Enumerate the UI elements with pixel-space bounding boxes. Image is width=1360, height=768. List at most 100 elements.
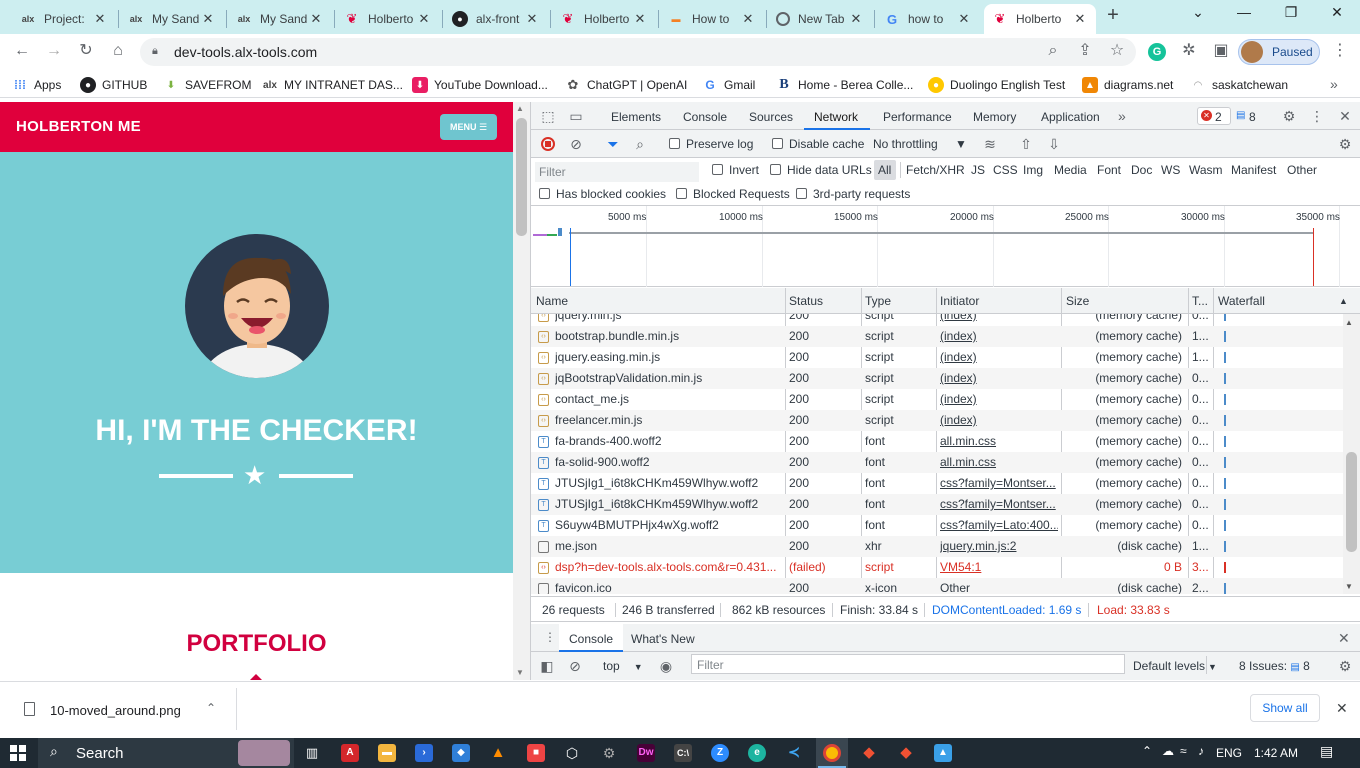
network-conditions-icon[interactable]: ≋ (981, 135, 999, 153)
git-gui-icon[interactable]: ◆ (897, 744, 915, 762)
tab-3[interactable]: alxMy Sandb✕ (228, 4, 332, 34)
request-row[interactable]: T S6uyw4BMUTPHjx4wXg.woff2 200 font css?fami… (531, 515, 1343, 536)
filter-js[interactable]: JS (971, 163, 985, 177)
tab-5[interactable]: ● alx-front ✕ (444, 4, 548, 34)
language-indicator[interactable]: ENG (1216, 746, 1242, 760)
bookmark-apps[interactable]: ⁞⁞⁞ Apps (12, 77, 61, 93)
bookmark-gmail[interactable]: G Gmail (702, 77, 755, 93)
tab-6[interactable]: ❦ Holberto ✕ (552, 4, 656, 34)
request-row[interactable]: T JTUSjIg1_i6t8kCHKm459Wlhyw.woff2 200 font… (531, 473, 1343, 494)
scroll-up-icon[interactable]: ▲ (1345, 318, 1353, 327)
close-tab-icon[interactable]: ✕ (200, 11, 216, 27)
close-tab-icon[interactable]: ✕ (632, 11, 648, 27)
col-time[interactable]: T... (1192, 294, 1208, 308)
chrome-icon[interactable] (823, 744, 841, 762)
filter-funnel-icon[interactable]: ⏷ (604, 135, 622, 153)
close-tab-icon[interactable]: ✕ (524, 11, 540, 27)
drawer-menu-icon[interactable]: ⋮ (544, 630, 556, 644)
tab-4[interactable]: ❦ Holberto ✕ (336, 4, 440, 34)
record-stop-icon[interactable] (541, 137, 555, 151)
context-select[interactable]: top ▼ (603, 659, 643, 673)
tray-chevron-icon[interactable]: ⌃ (1142, 744, 1152, 758)
col-name[interactable]: Name (536, 294, 568, 308)
tab-9[interactable]: Ghow to ✕ (876, 4, 980, 34)
log-levels-select[interactable]: Default levels ▼ (1133, 659, 1217, 673)
acrobat-icon[interactable]: A (341, 744, 359, 762)
vscode-icon[interactable]: ≺ (785, 744, 803, 762)
close-tab-icon[interactable]: ✕ (416, 11, 432, 27)
more-tabs-icon[interactable]: » (1118, 108, 1126, 124)
minimize-button[interactable]: — (1232, 4, 1256, 28)
office-icon[interactable]: ■ (527, 744, 545, 762)
lock-icon[interactable]: 🔒︎ (152, 45, 158, 58)
request-row[interactable]: T JTUSjIg1_i6t8kCHKm459Wlhyw.woff2 200 font… (531, 494, 1343, 515)
close-drawer-icon[interactable]: ✕ (1338, 630, 1350, 647)
tab-1[interactable]: alx Project: ✕ (12, 4, 116, 34)
scroll-down-icon[interactable]: ▼ (516, 668, 524, 677)
request-row[interactable]: me.json 200 xhr jquery.min.js:2 (disk cache)… (531, 536, 1343, 557)
new-tab-button[interactable]: + (1102, 5, 1124, 27)
zoom-icon[interactable]: Z (711, 744, 729, 762)
blocked-requests-checkbox[interactable]: Blocked Requests (676, 187, 790, 201)
filter-fetch-xhr[interactable]: Fetch/XHR (906, 163, 965, 177)
tab-console[interactable]: Console (683, 110, 727, 124)
console-filter-input[interactable] (691, 654, 1125, 674)
settings-gear-icon[interactable]: ⚙ (600, 744, 618, 762)
disable-cache-checkbox[interactable]: Disable cache (772, 137, 864, 151)
settings-gear-icon[interactable]: ⚙ (1280, 107, 1298, 125)
filter-ws[interactable]: WS (1161, 163, 1180, 177)
request-row[interactable]: Tfa-brands-400.woff2 200 font all.min.css (m… (531, 431, 1343, 452)
bookmark-intranet[interactable]: alx MY INTRANET DAS... (262, 77, 403, 93)
bookmark-diagrams[interactable]: ▲ diagrams.net (1082, 77, 1173, 93)
virtualbox-icon[interactable]: ⬡ (563, 744, 581, 762)
tab-sources[interactable]: Sources (749, 110, 793, 124)
tab-search-icon[interactable]: ⌄ (1186, 4, 1210, 28)
request-row[interactable]: ‹› freelancer.min.js 200 script (index) (memo… (531, 410, 1343, 431)
git-icon[interactable]: ◆ (860, 744, 878, 762)
chevron-up-icon[interactable]: ⌃ (206, 701, 216, 715)
volume-icon[interactable]: ♪ (1198, 744, 1204, 758)
bookmark-savefrom[interactable]: ⬇ SAVEFROM (163, 77, 252, 93)
notifications-icon[interactable]: ▤ (1320, 743, 1333, 760)
filter-css[interactable]: CSS (993, 163, 1018, 177)
console-sidebar-icon[interactable]: ◧ (538, 657, 556, 675)
filter-media[interactable]: Media (1054, 163, 1087, 177)
tab-application[interactable]: Application (1041, 110, 1100, 124)
more-menu-icon[interactable]: ⋮ (1329, 41, 1351, 63)
side-panel-icon[interactable]: ▣ (1210, 41, 1232, 63)
page-scrollbar-thumb[interactable] (516, 118, 527, 236)
tab-performance[interactable]: Performance (883, 110, 952, 124)
device-toolbar-icon[interactable]: ▭ (567, 107, 585, 125)
windows-start-icon[interactable] (10, 745, 26, 761)
request-row[interactable]: favicon.ico 200 x-icon Other (disk cache) 2..… (531, 578, 1343, 594)
show-all-button[interactable]: Show all (1250, 694, 1320, 722)
close-tab-icon[interactable]: ✕ (308, 11, 324, 27)
dreamweaver-icon[interactable]: Dw (637, 744, 655, 762)
request-row[interactable]: Tfa-solid-900.woff2 200 font all.min.css (me… (531, 452, 1343, 473)
grammarly-icon[interactable]: G (1148, 43, 1166, 61)
vpn-icon[interactable]: ◆ (452, 744, 470, 762)
powershell-icon[interactable]: › (415, 744, 433, 762)
import-har-icon[interactable]: ⇧ (1017, 135, 1035, 153)
tab-elements[interactable]: Elements (611, 110, 661, 124)
sort-asc-icon[interactable]: ▲ (1339, 296, 1348, 306)
col-waterfall[interactable]: Waterfall (1218, 294, 1265, 308)
filter-doc[interactable]: Doc (1131, 163, 1152, 177)
request-row[interactable]: ‹› bootstrap.bundle.min.js 200 script (index… (531, 326, 1343, 347)
inspect-element-icon[interactable]: ⬚ (539, 107, 557, 125)
close-download-bar-icon[interactable]: ✕ (1336, 700, 1348, 717)
invert-checkbox[interactable]: Invert (712, 163, 759, 177)
network-overview[interactable]: 5000 ms 10000 ms 15000 ms 20000 ms 25000… (531, 206, 1360, 287)
requests-scrollbar-thumb[interactable] (1346, 452, 1357, 552)
cloud-icon[interactable]: ☁ (1162, 744, 1174, 758)
live-expression-eye-icon[interactable]: ◉ (657, 657, 675, 675)
request-row[interactable]: ‹› jquery.min.js 200 script (index) (memory c… (531, 314, 1343, 326)
more-bookmarks-icon[interactable]: » (1330, 76, 1338, 92)
photos-icon[interactable]: ▲ (934, 744, 952, 762)
close-tab-icon[interactable]: ✕ (92, 11, 108, 27)
bookmark-chatgpt[interactable]: ✿ ChatGPT | OpenAI (565, 77, 688, 93)
close-devtools-icon[interactable]: ✕ (1336, 107, 1354, 125)
forward-icon[interactable]: → (43, 41, 65, 63)
close-tab-icon[interactable]: ✕ (1072, 11, 1088, 27)
clear-icon[interactable]: ⊘ (567, 135, 585, 153)
